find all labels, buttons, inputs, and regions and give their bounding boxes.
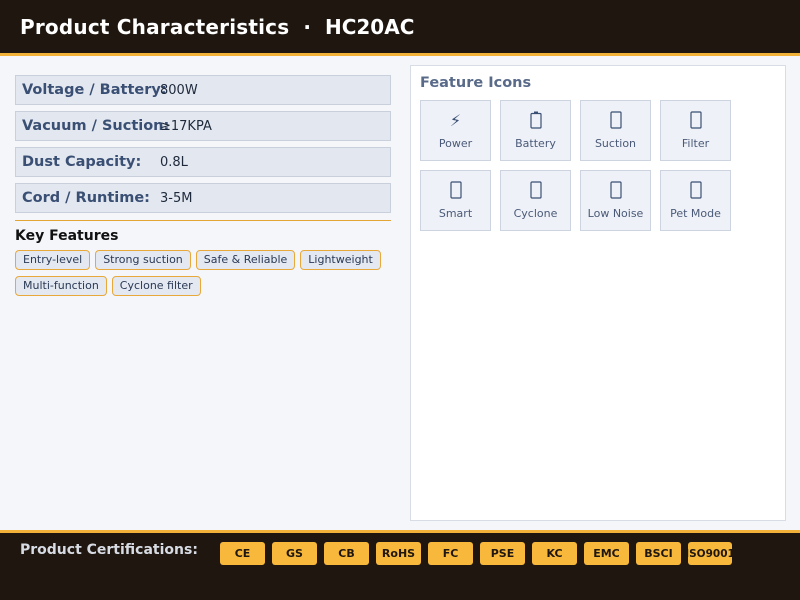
- page-title: Product Characteristics: [20, 14, 290, 39]
- feature-card-smart: Smart: [420, 170, 491, 231]
- spec-value: ≥17KPA: [160, 118, 212, 134]
- cert-badge-bsci: BSCI: [636, 542, 681, 565]
- feature-tag: Multi-function: [15, 276, 107, 296]
- feature-card-battery: Battery: [500, 100, 571, 161]
- feature-label: Smart: [438, 207, 473, 220]
- spec-label: Dust Capacity:: [22, 154, 142, 170]
- certifications-label: Product Certifications:: [20, 542, 198, 558]
- feature-card-power: ⚡ Power: [420, 100, 491, 161]
- pet-mode-icon: [687, 180, 705, 200]
- specs-panel: Voltage / Battery: 800W Vacuum / Suction…: [15, 75, 391, 302]
- section-divider: [15, 220, 391, 221]
- cert-badge-iso9001: ISO9001: [688, 542, 732, 565]
- smart-icon: [447, 180, 465, 200]
- cyclone-icon: [527, 180, 545, 200]
- feature-tag: Safe & Reliable: [195, 250, 296, 270]
- model-number: HC20AC: [324, 14, 415, 39]
- key-features-title: Key Features: [15, 228, 119, 244]
- title-separator: ·: [303, 14, 311, 39]
- feature-tag: Entry-level: [15, 250, 91, 270]
- feature-card-filter: Filter: [660, 100, 731, 161]
- header-bar: Product Characteristics · HC20AC: [0, 0, 800, 56]
- feature-card-pet-mode: Pet Mode: [660, 170, 731, 231]
- feature-tag: Strong suction: [95, 250, 191, 270]
- feature-card-low-noise: Low Noise: [580, 170, 651, 231]
- feature-icons-grid: ⚡ Power Battery Suction Filter Smart Cyc…: [420, 100, 750, 231]
- battery-icon: [527, 110, 545, 130]
- feature-label: Filter: [681, 137, 710, 150]
- low-noise-icon: [607, 180, 625, 200]
- feature-tag: Lightweight: [300, 250, 381, 270]
- cert-badge-gs: GS: [272, 542, 317, 565]
- feature-label: Low Noise: [587, 207, 644, 220]
- spec-label: Vacuum / Suction:: [22, 118, 170, 134]
- filter-icon: [687, 110, 705, 130]
- feature-icons-panel: Feature Icons ⚡ Power Battery Suction Fi…: [410, 65, 786, 521]
- spec-row-dust-capacity: Dust Capacity: 0.8L: [15, 147, 391, 177]
- spec-value: 0.8L: [160, 154, 188, 170]
- cert-badge-fc: FC: [428, 542, 473, 565]
- feature-label: Battery: [515, 137, 556, 150]
- cert-badge-ce: CE: [220, 542, 265, 565]
- feature-label: Suction: [594, 137, 637, 150]
- spec-row-cord-runtime: Cord / Runtime: 3-5M: [15, 183, 391, 213]
- lightning-icon: ⚡: [449, 110, 462, 130]
- feature-tag: Cyclone filter: [111, 276, 201, 296]
- spec-row-voltage: Voltage / Battery: 800W: [15, 75, 391, 105]
- feature-label: Pet Mode: [670, 207, 721, 220]
- suction-icon: [607, 110, 625, 130]
- cert-badge-rohs: RoHS: [376, 542, 421, 565]
- feature-icons-title: Feature Icons: [420, 75, 532, 91]
- footer-bar: Product Certifications: CE GS CB RoHS FC…: [0, 530, 800, 600]
- spec-label: Cord / Runtime:: [22, 190, 150, 206]
- feature-label: Power: [438, 137, 473, 150]
- certification-list: CE GS CB RoHS FC PSE KC EMC BSCI ISO9001: [220, 542, 739, 565]
- feature-card-suction: Suction: [580, 100, 651, 161]
- cert-badge-cb: CB: [324, 542, 369, 565]
- feature-card-cyclone: Cyclone: [500, 170, 571, 231]
- key-features-tags: Entry-level Strong suction Safe & Reliab…: [15, 250, 391, 302]
- cert-badge-emc: EMC: [584, 542, 629, 565]
- spec-value: 3-5M: [160, 190, 193, 206]
- spec-row-suction: Vacuum / Suction: ≥17KPA: [15, 111, 391, 141]
- spec-value: 800W: [160, 82, 198, 98]
- spec-label: Voltage / Battery:: [22, 82, 167, 98]
- cert-badge-kc: KC: [532, 542, 577, 565]
- cert-badge-pse: PSE: [480, 542, 525, 565]
- feature-label: Cyclone: [513, 207, 558, 220]
